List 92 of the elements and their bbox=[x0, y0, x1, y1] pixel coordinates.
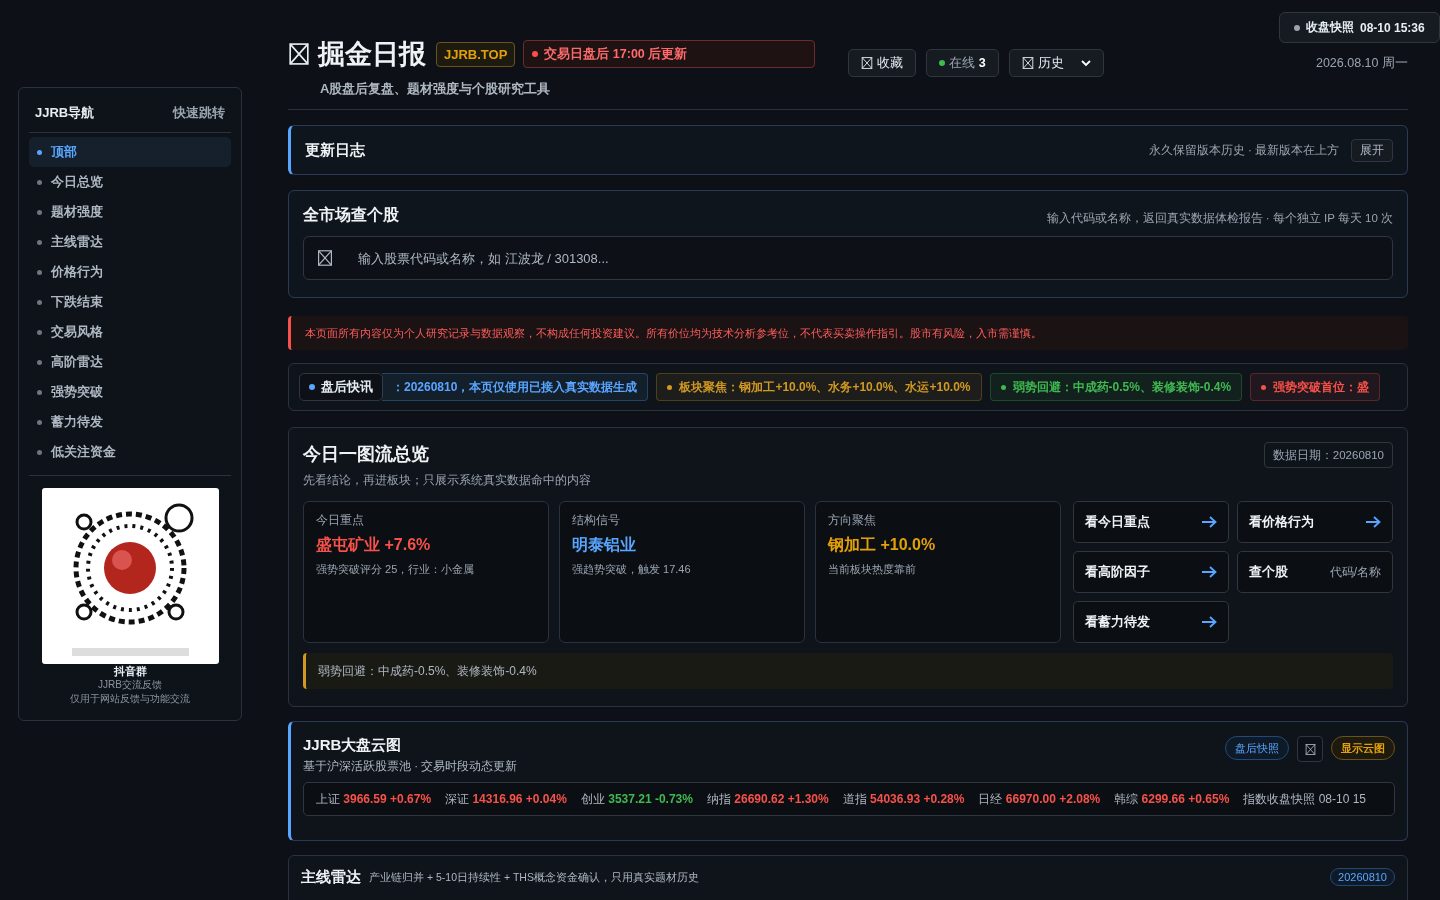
crossed-box-icon bbox=[1021, 57, 1034, 69]
index-name: 深证 bbox=[445, 791, 470, 806]
nav-item[interactable]: 高阶雷达 bbox=[29, 347, 231, 377]
ticker-item: 板块聚焦：钢加工+10.0%、水务+10.0%、水运+10.0% bbox=[656, 373, 982, 401]
panel-subtitle: 先看结论，再进板块；只展示系统真实数据命中的内容 bbox=[303, 472, 591, 489]
status-dot bbox=[309, 384, 315, 390]
card-note: 强势突破评分 25，行业：小金属 bbox=[316, 562, 476, 577]
status-dot bbox=[532, 51, 539, 57]
ticker-item: 弱势回避：中成药-0.5%、装修装饰-0.4% bbox=[989, 373, 1243, 401]
favorite-button[interactable]: 收藏 bbox=[847, 49, 916, 77]
quick-jump-label: 快速跳转 bbox=[173, 104, 225, 122]
domain-badge: JJRB.TOP bbox=[436, 41, 516, 67]
index-value: 3537.21 -0.73% bbox=[608, 791, 693, 806]
crossed-box-icon bbox=[288, 43, 310, 65]
status-dot bbox=[938, 60, 945, 66]
ticker-item: ：20260810，本页仅使用已接入真实数据生成 bbox=[382, 373, 649, 401]
data-date-badge: 数据日期：20260810 bbox=[1263, 442, 1393, 468]
jump-link-button[interactable]: 看今日重点 bbox=[1073, 501, 1229, 543]
stock-search-field[interactable]: 输入股票代码或名称，如 江波龙 / 301308... bbox=[303, 236, 1393, 280]
arrow-right-icon bbox=[1201, 566, 1217, 578]
icon-button[interactable] bbox=[1297, 736, 1323, 762]
card-value: 盛屯矿业 +7.6% bbox=[316, 535, 432, 555]
show-cloud-button[interactable]: 显示云图 bbox=[1331, 736, 1395, 760]
index-value: 6299.66 +0.65% bbox=[1141, 791, 1230, 806]
nav-item[interactable]: 主线雷达 bbox=[29, 227, 231, 257]
panel-note: 永久保留版本历史 · 最新版本在上方 bbox=[1148, 142, 1339, 158]
snapshot-note: 指数收盘快照 08-10 15 bbox=[1243, 790, 1367, 808]
panel-subtitle: 基于沪深活跃股票池 · 交易时段动态更新 bbox=[303, 759, 518, 774]
index-value: 14316.96 +0.04% bbox=[472, 791, 567, 806]
arrow-right-icon bbox=[1365, 516, 1381, 528]
nav-title: JJRB导航 bbox=[35, 104, 95, 122]
index-name: 韩综 bbox=[1114, 791, 1139, 806]
nav-item[interactable]: 下跌结束 bbox=[29, 287, 231, 317]
index-name: 日经 bbox=[978, 791, 1003, 806]
card-value: 明泰铝业 bbox=[572, 535, 637, 555]
history-dropdown[interactable]: 历史 bbox=[1008, 49, 1104, 77]
nav-item[interactable]: 顶部 bbox=[29, 137, 231, 167]
qr-note: 仅用于网站反馈与功能交流 bbox=[70, 692, 190, 706]
panel-title: JJRB大盘云图 bbox=[303, 736, 402, 753]
status-dot bbox=[1294, 24, 1300, 31]
arrow-right-icon bbox=[1201, 516, 1217, 528]
snapshot-button[interactable]: 盘后快照 bbox=[1225, 736, 1289, 760]
index-name: 道指 bbox=[842, 791, 867, 806]
nav-item[interactable]: 题材强度 bbox=[29, 197, 231, 227]
qr-caption: 抖音群 bbox=[113, 664, 147, 678]
arrow-right-icon bbox=[1201, 616, 1217, 628]
ticker-label: 盘后快讯 bbox=[299, 373, 383, 401]
index-name: 创业 bbox=[580, 791, 605, 806]
alert-banner: 弱势回避：中成药-0.5%、装修装饰-0.4% bbox=[303, 653, 1393, 689]
crossed-box-icon bbox=[1304, 743, 1316, 755]
qr-note: JJRB交流反馈 bbox=[98, 678, 162, 692]
card-label: 今日重点 bbox=[316, 513, 365, 528]
jump-link-button[interactable]: 查个股 代码/名称 bbox=[1237, 551, 1393, 593]
crossed-box-icon bbox=[317, 250, 333, 266]
card-note: 当前板块热度靠前 bbox=[828, 562, 917, 577]
panel-subtitle: 产业链归并 + 5-10日持续性 + THS概念资金确认，只用真实题材历史 bbox=[369, 871, 700, 885]
date-badge: 20260810 bbox=[1330, 868, 1395, 886]
card-value: 钢加工 +10.0% bbox=[828, 535, 937, 555]
nav-item[interactable]: 强势突破 bbox=[29, 377, 231, 407]
panel-note: 输入代码或名称，返回真实数据体检报告 · 每个独立 IP 每天 10 次 bbox=[1046, 211, 1393, 226]
update-notice: 交易日盘后 17:00 后更新 bbox=[523, 40, 816, 68]
jump-link-button[interactable]: 看价格行为 bbox=[1237, 501, 1393, 543]
index-name: 纳指 bbox=[706, 791, 731, 806]
index-value: 54036.93 +0.28% bbox=[870, 791, 965, 806]
jump-link-button[interactable]: 看蓄力待发 bbox=[1073, 601, 1229, 643]
panel-title: 全市场查个股 bbox=[303, 205, 399, 225]
nav-item[interactable]: 低关注资金 bbox=[29, 437, 231, 467]
chevron-down-icon bbox=[1080, 59, 1091, 67]
nav-item[interactable]: 今日总览 bbox=[29, 167, 231, 197]
nav-item[interactable]: 价格行为 bbox=[29, 257, 231, 287]
ticker-item: 强势突破首位：盛 bbox=[1250, 373, 1381, 401]
panel-title: 主线雷达 bbox=[301, 868, 361, 887]
panel-title: 更新日志 bbox=[305, 140, 366, 160]
card-label: 方向聚焦 bbox=[828, 513, 877, 528]
snapshot-badge: 收盘快照 08-10 15:36 bbox=[1279, 12, 1440, 43]
card-note: 强趋势突破，触发 17.46 bbox=[572, 562, 692, 577]
site-title: 掘金日报 bbox=[318, 38, 426, 71]
site-subtitle: A股盘后复盘、题材强度与个股研究工具 bbox=[319, 80, 552, 98]
expand-button[interactable]: 展开 bbox=[1351, 138, 1393, 162]
online-badge: 在线 3 bbox=[925, 49, 999, 77]
index-value: 26690.62 +1.30% bbox=[734, 791, 829, 806]
index-value: 3966.59 +0.67% bbox=[343, 791, 432, 806]
nav-item[interactable]: 交易风格 bbox=[29, 317, 231, 347]
crossed-box-icon bbox=[860, 57, 873, 69]
index-value: 66970.00 +2.08% bbox=[1005, 791, 1101, 806]
disclaimer-banner: 本页面所有内容仅为个人研究记录与数据观察，不构成任何投资建议。所有价位均为技术分析参考位，不代表买卖操作指引。股市有风险，入市需谨慎。 bbox=[288, 316, 1408, 350]
nav-item[interactable]: 蓄力待发 bbox=[29, 407, 231, 437]
panel-title: 今日一图流总览 bbox=[303, 443, 430, 466]
card-label: 结构信号 bbox=[572, 513, 621, 528]
jump-link-button[interactable]: 看高阶因子 bbox=[1073, 551, 1229, 593]
current-date: 2026.08.10 周一 bbox=[1315, 55, 1408, 72]
index-name: 上证 bbox=[316, 791, 340, 806]
